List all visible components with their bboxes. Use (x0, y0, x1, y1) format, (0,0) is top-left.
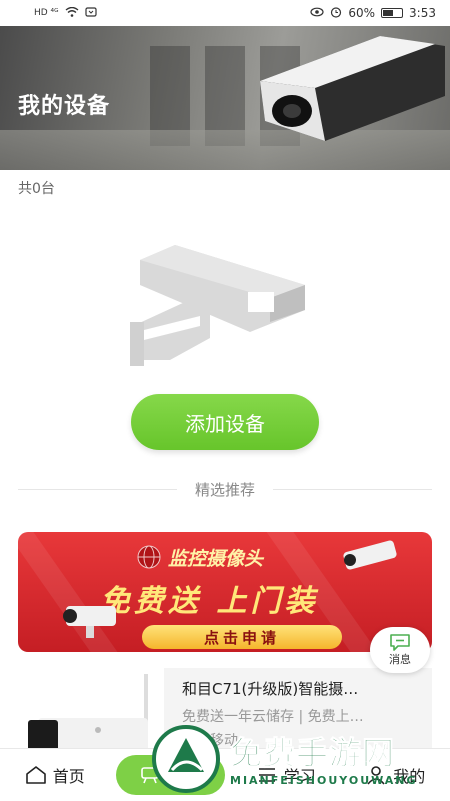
tab-label: 学习 (284, 763, 316, 787)
page-title: 我的设备 (18, 88, 110, 120)
alarm-icon (330, 6, 342, 21)
tab-home[interactable]: 首页 (0, 749, 110, 801)
battery-fill (383, 10, 393, 16)
tab-learn[interactable]: 学习 (231, 749, 341, 801)
product-card[interactable]: 和目C71(升级版)智能摄… 免费送一年云储存 | 免费上… 中国移动 (18, 668, 432, 758)
status-bar: HD ⁴ᴳ 60% 3:53 (0, 0, 450, 26)
battery-percent: 60% (348, 6, 375, 20)
apply-button[interactable]: 点击申请 (142, 625, 342, 649)
promo-offer: 免费送 上门装 (100, 576, 318, 620)
tab-label: 设备 (168, 763, 200, 787)
security-camera-photo (230, 26, 450, 166)
promo-headline: 监控摄像头 (168, 544, 263, 571)
home-icon (25, 765, 47, 785)
learn-icon (256, 765, 278, 785)
eye-icon (310, 6, 324, 20)
promo-banner[interactable]: 监控摄像头 免费送 上门装 点击申请 (18, 532, 432, 652)
section-divider: 精选推荐 (18, 478, 432, 500)
network-indicator: HD ⁴ᴳ (34, 8, 59, 18)
product-vendor: 中国移动 (182, 730, 238, 750)
tab-label: 我的 (393, 763, 425, 787)
add-device-button[interactable]: 添加设备 (131, 394, 319, 450)
profile-icon (365, 765, 387, 785)
product-title: 和目C71(升级版)智能摄… (182, 678, 422, 699)
camera-right-image (336, 536, 406, 580)
notification-icon (85, 7, 97, 20)
globe-icon (136, 544, 162, 570)
status-right: 60% 3:53 (310, 6, 436, 21)
product-camera-image (18, 668, 158, 758)
header-banner: 我的设备 (0, 26, 450, 170)
product-info: 和目C71(升级版)智能摄… 免费送一年云储存 | 免费上… 中国移动 (164, 668, 432, 758)
wifi-icon (65, 7, 79, 20)
tab-label: 首页 (53, 763, 85, 787)
empty-camera-icon (130, 240, 320, 370)
tab-devices[interactable]: 设备 (116, 755, 226, 795)
status-left: HD ⁴ᴳ (34, 7, 97, 20)
battery-icon (381, 8, 403, 18)
device-count: 共0台 (18, 178, 55, 198)
bottom-tab-bar: 首页 设备 学习 我的 (0, 748, 450, 801)
divider-line-left (18, 489, 177, 490)
product-subtitle: 免费送一年云储存 | 免费上… (182, 706, 422, 726)
chat-bubble-icon (389, 633, 411, 651)
divider-line-right (273, 489, 432, 490)
section-title: 精选推荐 (177, 479, 273, 500)
camera-left-image (56, 600, 126, 640)
camera-tab-icon (140, 765, 162, 785)
clock: 3:53 (409, 6, 436, 20)
tab-profile[interactable]: 我的 (341, 749, 450, 801)
message-label: 消息 (389, 651, 411, 667)
message-button[interactable]: 消息 (370, 627, 430, 673)
